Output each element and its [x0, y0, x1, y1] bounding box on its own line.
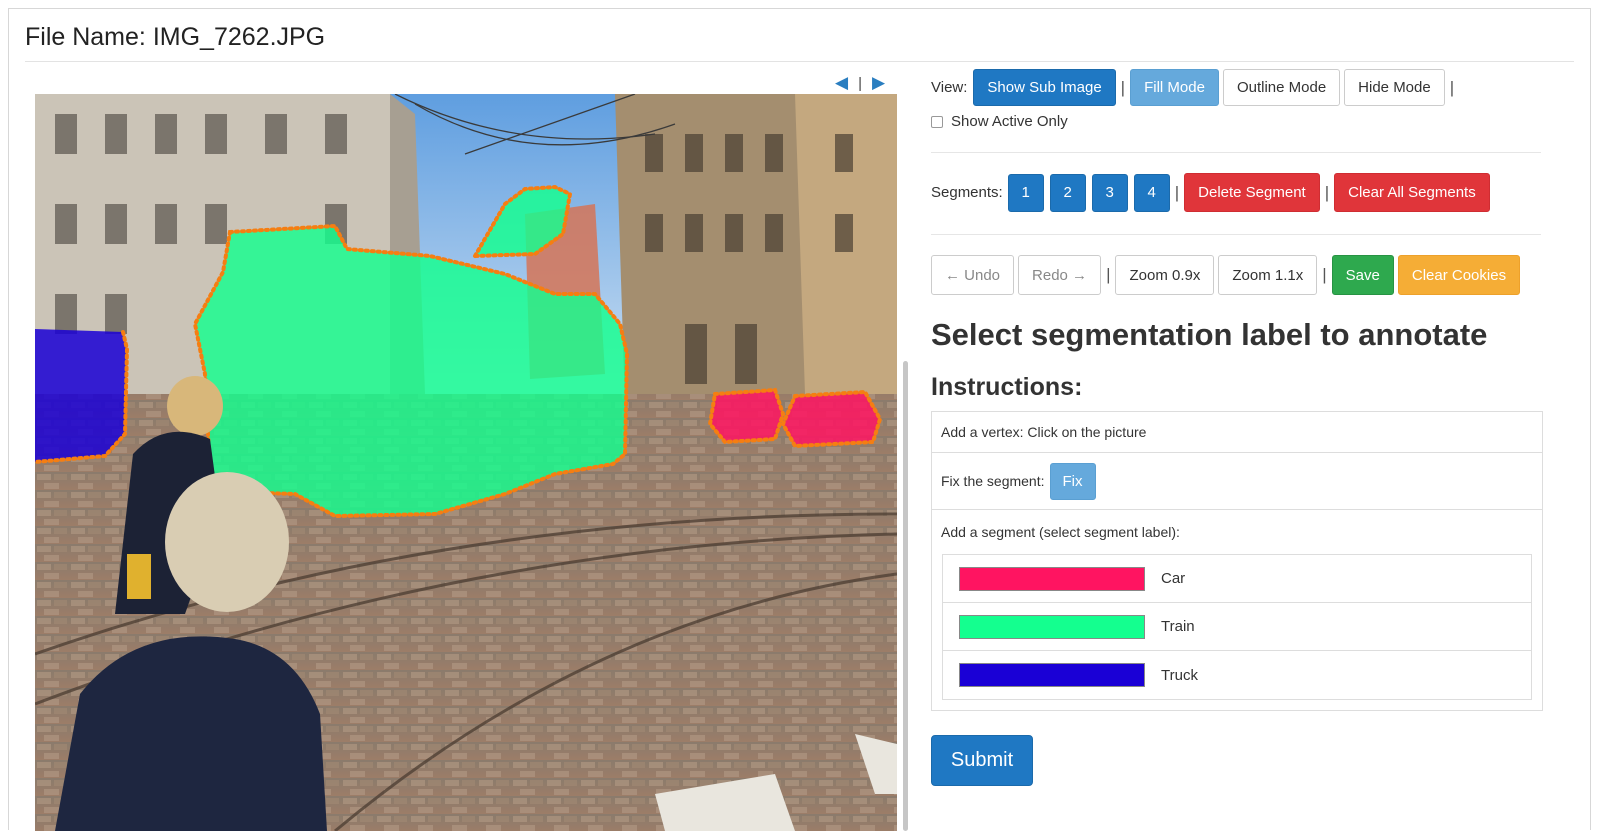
file-name-label: File Name:: [25, 23, 146, 51]
label-option-train[interactable]: Train: [943, 603, 1531, 651]
undo-button[interactable]: ← Undo: [931, 255, 1015, 295]
delete-segment-button[interactable]: Delete Segment: [1184, 173, 1320, 212]
redo-button[interactable]: Redo →: [1018, 255, 1102, 295]
annotation-image[interactable]: [35, 94, 897, 831]
title-divider: [25, 61, 1574, 62]
view-row: View: Show Sub Image | Fill Mode Outline…: [931, 69, 1541, 106]
add-segment-label: Add a segment (select segment label):: [941, 524, 1180, 540]
segment-button-1[interactable]: 1: [1007, 173, 1044, 212]
segment-button-3[interactable]: 3: [1091, 173, 1128, 212]
label-name-car: Car: [1161, 570, 1186, 587]
segments-label: Segments:: [931, 184, 1003, 201]
segment-label-list: Car Train Truck: [942, 554, 1532, 700]
fix-segment-label: Fix the segment:: [941, 473, 1045, 489]
segment-button-4[interactable]: 4: [1133, 173, 1170, 212]
fix-button[interactable]: Fix: [1049, 462, 1096, 500]
hide-mode-button[interactable]: Hide Mode: [1344, 69, 1445, 106]
toolbar-separator: |: [1449, 77, 1455, 97]
annotation-canvas[interactable]: [35, 94, 897, 831]
label-option-truck[interactable]: Truck: [943, 651, 1531, 699]
zoom-in-button[interactable]: Zoom 1.1x: [1218, 255, 1318, 295]
save-button[interactable]: Save: [1331, 255, 1394, 295]
section-divider: [931, 152, 1541, 153]
submit-button[interactable]: Submit: [931, 735, 1033, 786]
view-label: View:: [931, 79, 968, 96]
toolbar-separator: |: [1120, 77, 1126, 97]
label-swatch-car: [959, 566, 1145, 591]
label-name-truck: Truck: [1161, 666, 1198, 684]
canvas-scrollbar[interactable]: [903, 361, 908, 831]
label-name-train: Train: [1161, 618, 1195, 635]
show-sub-image-button[interactable]: Show Sub Image: [973, 69, 1116, 106]
label-swatch-train: [959, 614, 1145, 639]
clear-all-segments-button[interactable]: Clear All Segments: [1334, 173, 1490, 212]
page-heading: Select segmentation label to annotate: [931, 317, 1488, 352]
show-active-only-option: Show Active Only: [931, 113, 1541, 130]
instructions-panel: Add a vertex: Click on the picture Fix t…: [931, 411, 1543, 711]
instruction-add-vertex: Add a vertex: Click on the picture: [932, 412, 1542, 453]
toolbar-separator: |: [1324, 182, 1330, 202]
show-active-only-checkbox[interactable]: [931, 115, 943, 128]
toolbar-separator: |: [1106, 265, 1111, 284]
image-pager: ◀ | ▶: [835, 71, 885, 95]
toolbar-separator: |: [1174, 182, 1180, 202]
outline-mode-button[interactable]: Outline Mode: [1222, 69, 1341, 106]
instruction-add-segment: Add a segment (select segment label): Ca…: [932, 510, 1542, 700]
instructions-title: Instructions:: [931, 373, 1083, 401]
control-panel: View: Show Sub Image | Fill Mode Outline…: [931, 69, 1543, 786]
section-divider: [931, 234, 1541, 235]
file-name-value: IMG_7262.JPG: [152, 23, 326, 51]
triangle-left-icon[interactable]: ◀: [835, 73, 848, 93]
show-active-only-label: Show Active Only: [951, 113, 1068, 130]
segment-button-2[interactable]: 2: [1049, 173, 1086, 212]
file-name-title: File Name: IMG_7262.JPG: [25, 23, 325, 52]
page-frame: File Name: IMG_7262.JPG ◀ | ▶ View: Show…: [8, 8, 1591, 831]
triangle-right-icon[interactable]: ▶: [872, 73, 885, 93]
label-option-car[interactable]: Car: [943, 555, 1531, 603]
pager-separator: |: [858, 74, 862, 92]
label-swatch-truck: [959, 663, 1145, 687]
clear-cookies-button[interactable]: Clear Cookies: [1397, 255, 1521, 295]
toolbar-separator: |: [1322, 265, 1327, 284]
fill-mode-button[interactable]: Fill Mode: [1130, 69, 1219, 106]
edit-toolbar: ← Undo Redo → | Zoom 0.9x Zoom 1.1x | Sa…: [931, 255, 1541, 295]
zoom-out-button[interactable]: Zoom 0.9x: [1115, 255, 1215, 295]
instruction-fix-segment: Fix the segment: Fix: [932, 453, 1542, 510]
segments-row: Segments: 1 2 3 4 | Delete Segment | Cle…: [931, 173, 1541, 212]
